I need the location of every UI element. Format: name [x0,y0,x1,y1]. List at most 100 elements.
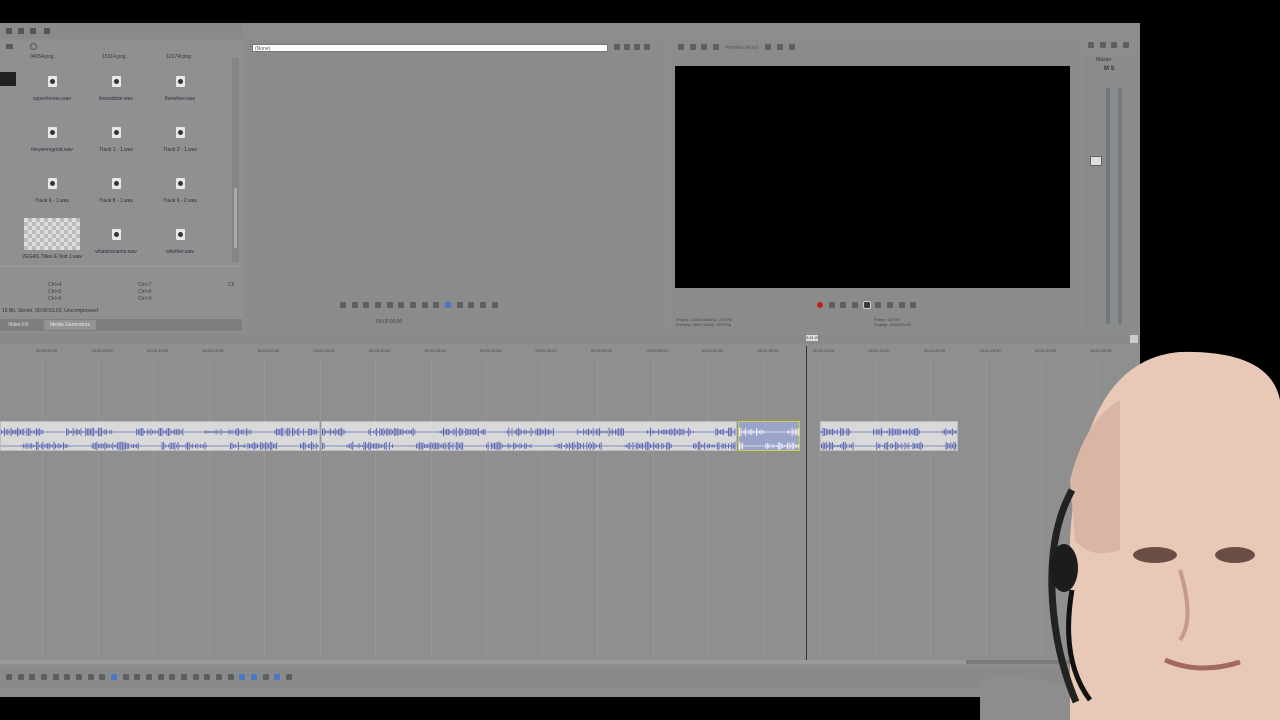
trimmer-tool-icon[interactable] [614,44,620,50]
explorer-scrollbar[interactable] [232,58,239,262]
play-icon[interactable] [29,674,36,680]
prev-frame-icon[interactable] [887,302,894,308]
envelope-tool-icon[interactable] [122,674,129,680]
frame-forward-icon[interactable] [433,302,440,308]
media-item[interactable]: Track 8 - 1.wav [84,178,148,204]
media-item[interactable]: Track 1 - 1.wav [84,127,148,153]
trim-icon[interactable] [169,674,176,680]
preview-quality[interactable]: Preview (Auto) [726,45,759,51]
media-item[interactable]: therefore.wav [148,76,212,102]
media-item[interactable]: superheroes.wav [20,76,84,102]
refresh-icon[interactable] [44,28,50,34]
prev-frame-icon[interactable] [87,674,94,680]
media-item[interactable]: whatshename.wav [84,229,148,255]
normal-edit-tool-icon[interactable] [111,674,118,680]
up-folder-icon[interactable] [30,28,36,34]
audio-clip[interactable] [0,421,320,451]
auto-ripple-icon[interactable] [251,674,258,680]
stop-icon[interactable] [386,302,393,308]
play-icon[interactable] [363,302,370,308]
tab-video-fx[interactable]: Video FX [2,320,34,330]
next-icon[interactable] [410,302,417,308]
delete-icon[interactable] [157,674,164,680]
trimmer-tool-icon[interactable] [634,44,640,50]
pause-icon[interactable] [862,301,871,309]
active-tool-icon[interactable] [445,302,452,308]
menu-icon[interactable] [1099,42,1106,48]
loop-icon[interactable] [340,302,346,308]
record-icon[interactable] [6,674,12,680]
record-icon[interactable] [817,302,823,308]
loop-icon[interactable] [828,302,835,308]
tab-media-generators[interactable]: Media Generators [44,320,97,330]
clip-waveform-top [821,427,957,437]
copy-snapshot-icon[interactable] [788,44,795,50]
redo-icon[interactable] [192,674,199,680]
media-item[interactable]: Track 3 - 1.wav [148,127,212,153]
selected-audio-clip[interactable] [738,421,800,451]
pause-icon[interactable] [375,302,382,308]
lock-icon[interactable] [204,674,211,680]
volume-fader[interactable] [1090,156,1102,166]
play-icon[interactable] [852,302,859,308]
timeline-scrollbar[interactable] [0,660,1140,664]
region-icon[interactable] [227,674,234,680]
media-item[interactable]: whether.wav [148,229,212,255]
trimmer-close-icon[interactable] [644,44,650,50]
go-to-end-icon[interactable] [76,674,83,680]
prev-icon[interactable] [398,302,405,308]
mute-solo-buttons[interactable]: M S [1104,66,1115,72]
audio-clip[interactable] [321,421,737,451]
trimmer-tool-icon[interactable] [468,302,475,308]
loop-icon[interactable] [17,674,24,680]
forward-icon[interactable] [18,28,24,34]
view-icon[interactable] [6,44,13,49]
go-to-start-icon[interactable] [64,674,71,680]
cross-fade-icon[interactable] [262,674,269,680]
trimmer-tool-icon[interactable] [624,44,630,50]
snapping-icon[interactable] [239,674,246,680]
trimmer-tool-icon[interactable] [456,302,463,308]
partial-thumbnail[interactable] [0,72,16,86]
marker-icon[interactable] [216,674,223,680]
go-to-end-icon[interactable] [910,302,917,308]
trimmer-tool-icon[interactable] [491,302,498,308]
scrollbar-thumb[interactable] [0,660,966,664]
media-item[interactable]: theoutdoor.wav [84,76,148,102]
snapshot-icon[interactable] [776,44,783,50]
settings-icon[interactable] [678,44,684,50]
scrollbar-thumb[interactable] [234,188,237,248]
media-item[interactable]: VEGAS Titles & Text 1.wav [20,218,84,260]
audio-clip[interactable] [820,421,958,451]
play-from-start-icon[interactable] [840,302,847,308]
undo-icon[interactable] [181,674,188,680]
trimmer-tool-icon[interactable] [480,302,487,308]
play-from-start-icon[interactable] [351,302,358,308]
search-icon[interactable] [30,43,37,50]
stop-icon[interactable] [52,674,59,680]
split-screen-icon[interactable] [713,44,720,50]
stop-icon[interactable] [875,302,882,308]
media-item[interactable]: Track 9 - 2.wav [148,178,212,204]
zoom-tool-icon[interactable] [146,674,153,680]
clip-waveform-bottom [1,441,319,450]
overlays-icon[interactable] [765,44,772,50]
lock-envelopes-icon[interactable] [274,674,281,680]
next-frame-icon[interactable] [898,302,905,308]
next-frame-icon[interactable] [99,674,106,680]
pin-icon[interactable] [1111,42,1118,48]
selection-tool-icon[interactable] [134,674,141,680]
playhead-cursor[interactable] [806,346,807,662]
external-monitor-icon[interactable] [689,44,696,50]
time-ruler[interactable]: 00:00:00;00 00:00:05;00 00:00:10;00 00:00:1… [0,334,1140,356]
trimmer-source-select[interactable]: (None) [252,44,608,52]
frame-back-icon[interactable] [421,302,428,308]
back-icon[interactable] [6,28,12,34]
settings-icon[interactable] [1088,42,1094,48]
media-item[interactable]: theyweregood.wav [20,127,84,153]
ignore-grouping-icon[interactable] [286,674,293,680]
close-icon[interactable] [1123,42,1130,48]
media-item[interactable]: Track 6 - 1.wav [20,178,84,204]
pause-icon[interactable] [41,674,48,680]
fx-icon[interactable] [701,44,708,50]
